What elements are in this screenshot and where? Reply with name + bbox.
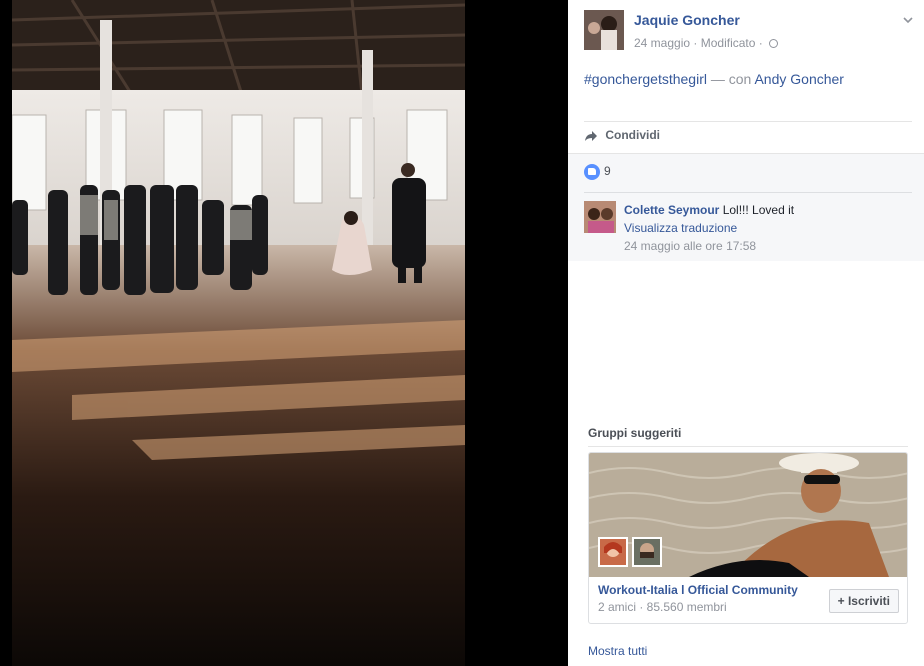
author-name[interactable]: Jaquie Goncher [634,12,740,28]
comment-body: Colette Seymour Lol!!! Loved it Visualiz… [624,201,794,255]
post-side-panel: Jaquie Goncher 24 maggio · Modificato · … [568,0,924,666]
share-button[interactable]: Condividi [584,128,660,146]
divider [588,446,908,447]
divider [584,192,912,193]
post-date[interactable]: 24 maggio [634,36,690,50]
hashtag-link[interactable]: #gonchergetsthegirl [584,71,707,87]
translate-link[interactable]: Visualizza traduzione [624,219,794,237]
share-label: Condividi [605,128,661,142]
chevron-down-icon[interactable] [902,14,914,26]
meta-separator: · [693,36,698,50]
globe-icon[interactable] [769,39,779,48]
meta-separator-2: · [758,36,763,50]
comments-section: 9 Colette Seymour Lol!!! Loved it Visual… [568,153,924,261]
comment-timestamp[interactable]: 24 maggio alle ore 17:58 [624,237,794,255]
edited-label[interactable]: Modificato [701,36,756,50]
comment-text: Lol!!! Loved it [722,203,795,217]
friend-avatar-1[interactable] [598,537,628,567]
share-arrow-icon [585,130,597,141]
like-count: 9 [604,164,611,179]
photo-viewer [0,0,568,666]
join-group-button[interactable]: + Iscriviti [828,589,899,613]
group-cover-image[interactable] [589,453,907,577]
suggested-group-card: Workout-Italia l Official Community 2 am… [588,452,908,624]
comment-item: Colette Seymour Lol!!! Loved it Visualiz… [584,201,914,257]
see-all-link[interactable]: Mostra tutti [588,644,647,658]
post-text: #gonchergetsthegirl — con Andy Goncher [584,71,844,87]
post-photo[interactable] [12,0,465,666]
friend-avatar-2[interactable] [632,537,662,567]
commenter-name[interactable]: Colette Seymour [624,203,719,217]
group-name-link[interactable]: Workout-Italia l Official Community [598,583,798,597]
group-meta: 2 amici · 85.560 membri [598,600,727,614]
with-label: — con [710,71,752,87]
reactions-summary[interactable]: 9 [584,164,611,182]
commenter-avatar[interactable] [584,201,616,233]
tagged-friend-link[interactable]: Andy Goncher [754,71,844,87]
thumbs-up-icon [584,164,600,180]
divider [584,121,912,122]
post-header: Jaquie Goncher 24 maggio · Modificato · [584,10,914,54]
author-avatar[interactable] [584,10,624,50]
suggested-groups-title: Gruppi suggeriti [588,426,682,440]
post-meta: 24 maggio · Modificato · [634,36,779,50]
